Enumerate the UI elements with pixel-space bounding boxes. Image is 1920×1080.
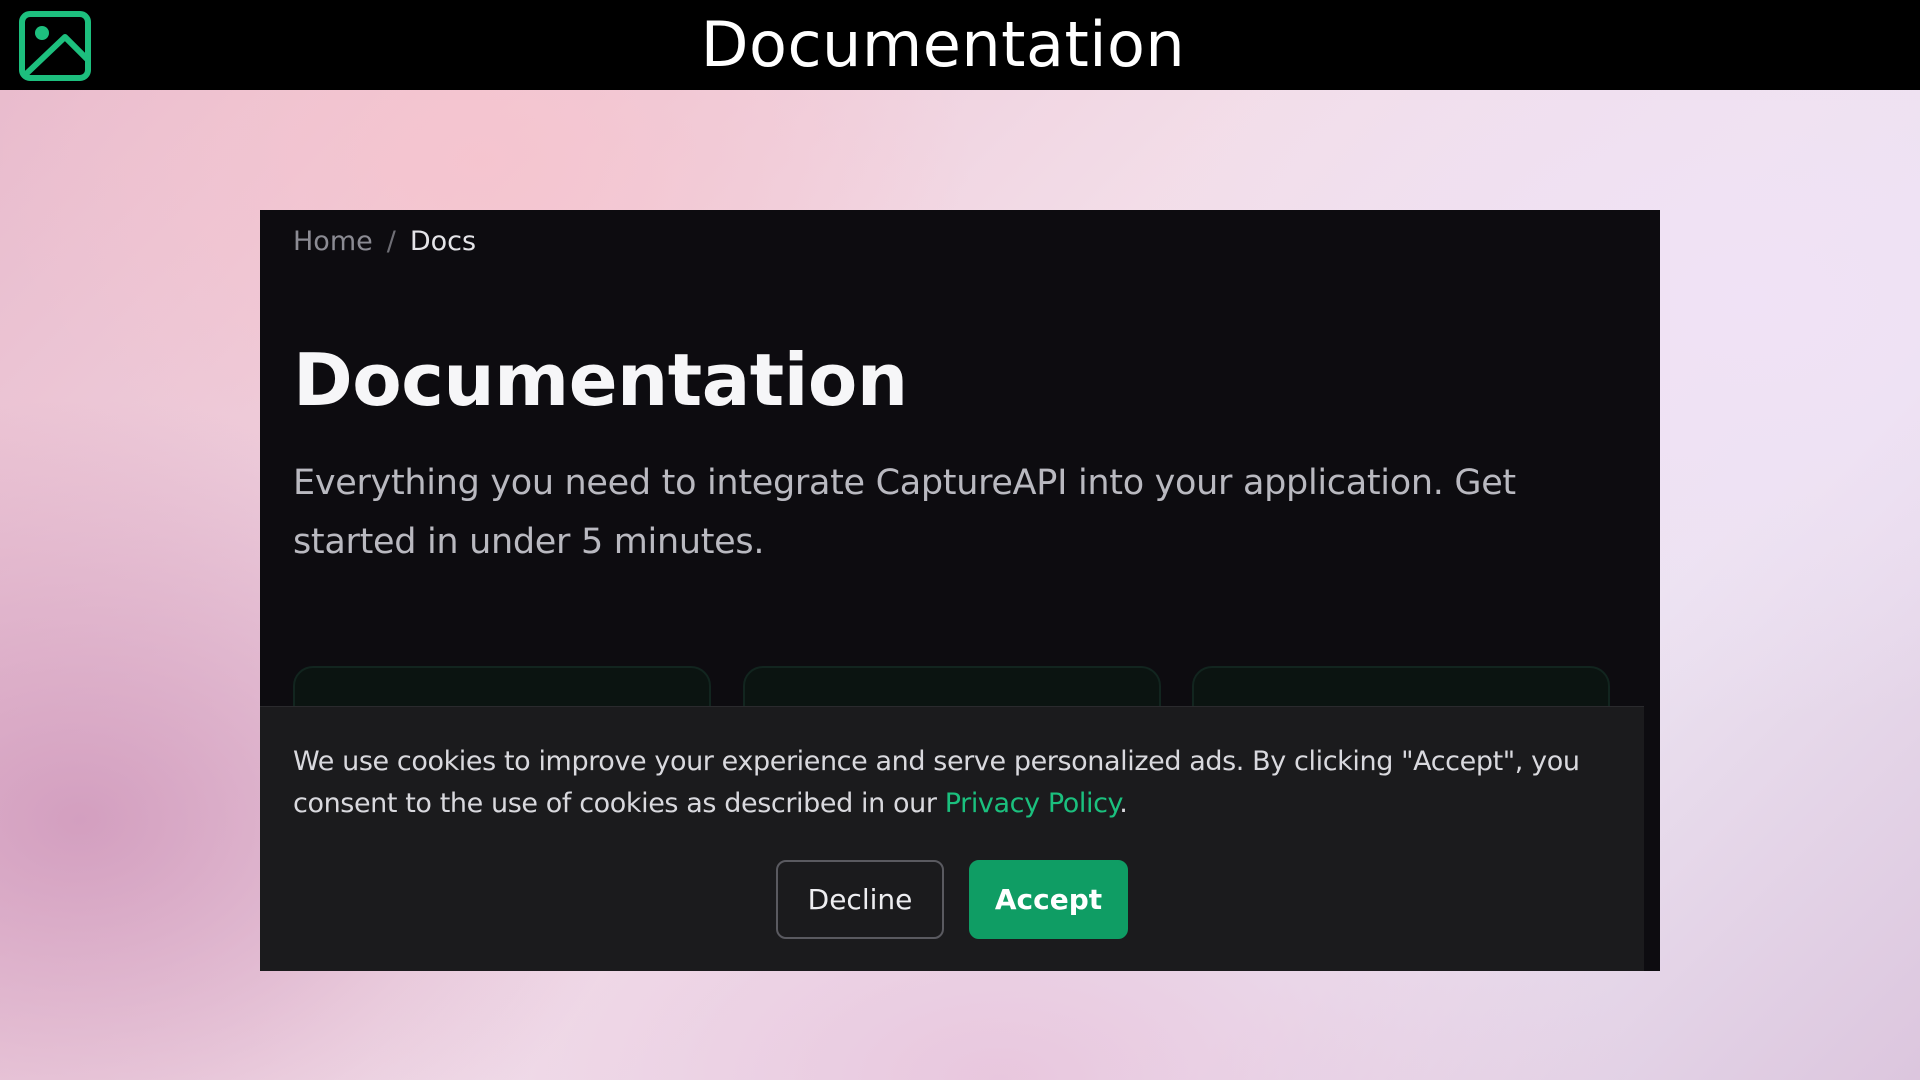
page-lead: Everything you need to integrate Capture… [293, 463, 1516, 562]
accept-button[interactable]: Accept [969, 860, 1128, 939]
cookie-message: We use cookies to improve your experienc… [293, 741, 1613, 825]
cookie-banner: We use cookies to improve your experienc… [260, 706, 1644, 971]
decline-button[interactable]: Decline [776, 860, 944, 939]
breadcrumb-home-link[interactable]: Home [293, 226, 373, 257]
privacy-policy-link[interactable]: Privacy Policy [945, 788, 1120, 819]
cookie-message-text: We use cookies to improve your experienc… [293, 746, 1580, 819]
title-bar: Documentation [0, 0, 1920, 90]
breadcrumb-separator: / [386, 226, 396, 257]
breadcrumb: Home / Docs [293, 226, 476, 257]
cookie-message-end: . [1119, 788, 1128, 819]
breadcrumb-current: Docs [409, 226, 477, 257]
title-bar-text: Documentation [700, 8, 1186, 81]
page-title: Documentation [293, 338, 908, 422]
page-capture: Home / Docs Documentation Everything you n… [260, 210, 1660, 971]
